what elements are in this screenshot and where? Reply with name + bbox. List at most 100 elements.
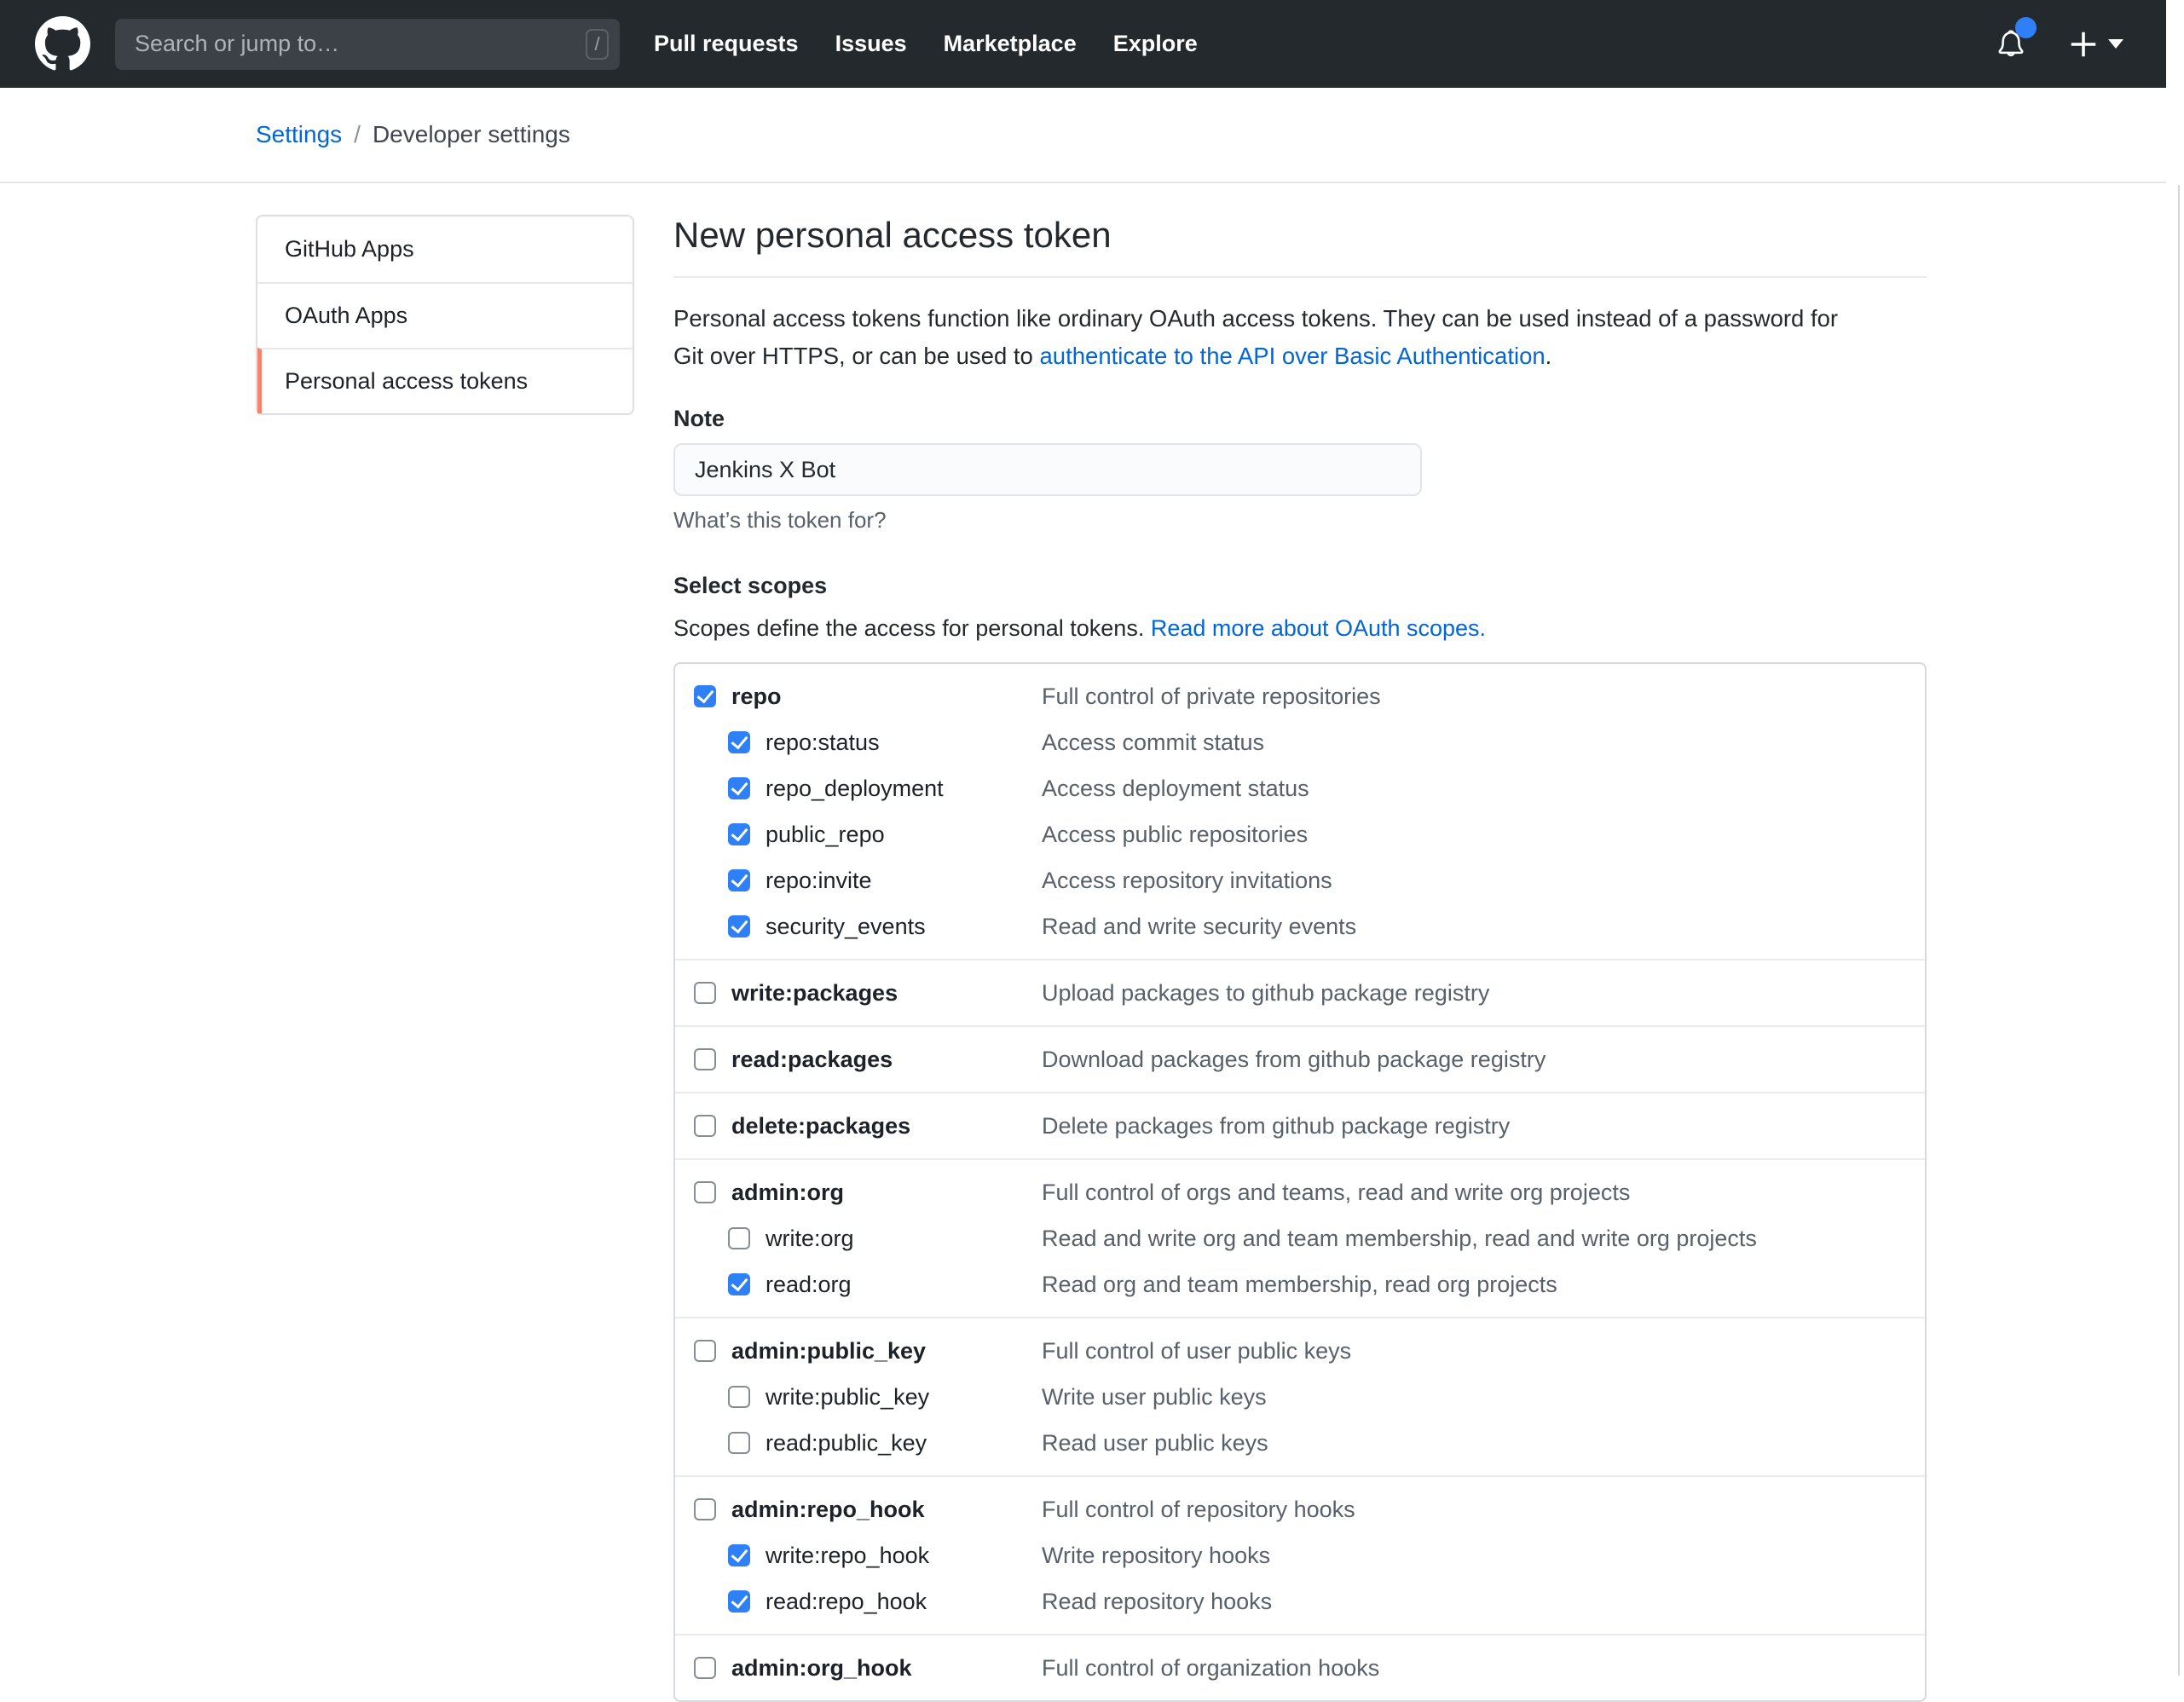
header-right-group — [1992, 25, 2135, 64]
checkbox-read:public_key[interactable] — [728, 1432, 750, 1454]
basic-auth-link[interactable]: authenticate to the API over Basic Authe… — [1040, 343, 1546, 369]
main-content: New personal access token Personal acces… — [673, 215, 1927, 1702]
checkbox-repo:status[interactable] — [728, 731, 750, 753]
checkbox-repo[interactable] — [694, 685, 716, 707]
checkbox-security_events[interactable] — [728, 915, 750, 938]
scrollbar-thumb[interactable] — [2178, 185, 2180, 1676]
scope-label-repo_deployment[interactable]: repo_deployment — [766, 776, 944, 802]
checkbox-write:public_key[interactable] — [728, 1386, 750, 1408]
note-label: Note — [673, 406, 1927, 432]
nav-marketplace[interactable]: Marketplace — [944, 31, 1077, 57]
nav-explore[interactable]: Explore — [1113, 31, 1198, 57]
scope-label-admin:public_key[interactable]: admin:public_key — [731, 1338, 926, 1364]
scope-group-admin:public_key: admin:public_key Full control of user pub… — [675, 1317, 1925, 1475]
scope-desc-repo:invite: Access repository invitations — [1042, 868, 1332, 894]
scope-label-read:packages[interactable]: read:packages — [731, 1047, 893, 1073]
scope-row-write:public_key: write:public_key Write user public keys — [675, 1374, 1925, 1420]
scope-desc-read:org: Read org and team membership, read org p… — [1042, 1272, 1557, 1298]
scope-label-write:packages[interactable]: write:packages — [731, 980, 898, 1007]
scope-group-delete:packages: delete:packages Delete packages from gith… — [675, 1092, 1925, 1158]
scope-desc-repo_deployment: Access deployment status — [1042, 776, 1309, 802]
scope-label-repo[interactable]: repo — [731, 684, 782, 710]
scope-label-delete:packages[interactable]: delete:packages — [731, 1113, 910, 1139]
scope-desc-repo: Full control of private repositories — [1042, 684, 1381, 710]
scope-label-security_events[interactable]: security_events — [766, 914, 926, 940]
checkbox-admin:org_hook[interactable] — [694, 1657, 716, 1679]
checkbox-admin:repo_hook[interactable] — [694, 1498, 716, 1520]
breadcrumb-current: Developer settings — [373, 121, 570, 148]
scope-row-repo:status: repo:status Access commit status — [675, 719, 1925, 765]
note-input[interactable] — [673, 443, 1422, 496]
checkbox-delete:packages[interactable] — [694, 1115, 716, 1137]
scope-group-repo: repo Full control of private repositories… — [675, 664, 1925, 959]
scope-row-read:public_key: read:public_key Read user public keys — [675, 1420, 1925, 1466]
scope-row-repo: repo Full control of private repositories — [675, 673, 1925, 719]
checkbox-read:org[interactable] — [728, 1273, 750, 1295]
nav-pull-requests[interactable]: Pull requests — [654, 31, 799, 57]
checkbox-write:packages[interactable] — [694, 982, 716, 1004]
scope-group-admin:repo_hook: admin:repo_hookFull control of repositor… — [675, 1475, 1925, 1634]
scope-desc-public_repo: Access public repositories — [1042, 822, 1308, 848]
scope-desc-delete:packages: Delete packages from github package regi… — [1042, 1113, 1510, 1139]
create-new-menu[interactable] — [2067, 28, 2123, 61]
scope-group-admin:org: admin:orgFull control of orgs and teams,… — [675, 1158, 1925, 1317]
page-body: GitHub Apps OAuth Apps Personal access t… — [0, 183, 2184, 1702]
note-help-text: What’s this token for? — [673, 507, 1927, 534]
scope-desc-read:repo_hook: Read repository hooks — [1042, 1589, 1272, 1615]
scope-row-admin:repo_hook: admin:repo_hookFull control of repositor… — [675, 1486, 1925, 1532]
scopes-box: repo Full control of private repositories… — [673, 662, 1927, 1702]
scope-desc-read:public_key: Read user public keys — [1042, 1430, 1268, 1457]
scope-row-write:org: write:org Read and write org and team mem… — [675, 1215, 1925, 1261]
checkbox-repo_deployment[interactable] — [728, 777, 750, 799]
page-title: New personal access token — [673, 215, 1927, 278]
select-scopes-heading: Select scopes — [673, 573, 1927, 599]
sidebar-item-personal-access-tokens[interactable]: Personal access tokens — [257, 348, 633, 413]
checkbox-read:repo_hook[interactable] — [728, 1590, 750, 1613]
intro-paragraph: Personal access tokens function like ord… — [673, 300, 1927, 375]
scrollbar-track[interactable] — [2166, 0, 2184, 1676]
scope-label-repo:status[interactable]: repo:status — [766, 730, 880, 756]
scope-group-write:packages: write:packages Upload packages to github … — [675, 959, 1925, 1025]
checkbox-read:packages[interactable] — [694, 1048, 716, 1070]
scope-label-read:public_key[interactable]: read:public_key — [766, 1430, 927, 1457]
scope-label-write:public_key[interactable]: write:public_key — [766, 1384, 929, 1411]
scope-label-write:org[interactable]: write:org — [766, 1226, 854, 1252]
scope-desc-repo:status: Access commit status — [1042, 730, 1264, 756]
checkbox-admin:org[interactable] — [694, 1181, 716, 1203]
checkbox-public_repo[interactable] — [728, 823, 750, 845]
top-nav-bar: / Pull requests Issues Marketplace Explo… — [0, 0, 2166, 88]
scope-row-read:packages: read:packages Download packages from gith… — [675, 1036, 1925, 1082]
checkbox-admin:public_key[interactable] — [694, 1340, 716, 1362]
scope-label-admin:org[interactable]: admin:org — [731, 1180, 844, 1206]
scope-desc-write:public_key: Write user public keys — [1042, 1384, 1267, 1411]
scope-desc-write:org: Read and write org and team membership, … — [1042, 1226, 1757, 1252]
checkbox-write:org[interactable] — [728, 1227, 750, 1249]
sidebar-item-oauth-apps[interactable]: OAuth Apps — [257, 282, 633, 348]
scope-desc-read:packages: Download packages from github package re… — [1042, 1047, 1546, 1073]
breadcrumb: Settings / Developer settings — [0, 88, 2166, 183]
breadcrumb-settings-link[interactable]: Settings — [256, 121, 342, 148]
sidebar-item-github-apps[interactable]: GitHub Apps — [257, 216, 633, 282]
scope-row-public_repo: public_repo Access public repositories — [675, 811, 1925, 857]
scope-desc-write:repo_hook: Write repository hooks — [1042, 1543, 1270, 1569]
checkbox-repo:invite[interactable] — [728, 869, 750, 891]
intro-text-line1: Personal access tokens function like ord… — [673, 305, 1838, 332]
search-input[interactable] — [133, 30, 586, 58]
checkbox-write:repo_hook[interactable] — [728, 1544, 750, 1566]
scope-row-write:repo_hook: write:repo_hook Write repository hooks — [675, 1532, 1925, 1578]
nav-issues[interactable]: Issues — [835, 31, 907, 57]
oauth-scopes-link[interactable]: Read more about OAuth scopes. — [1151, 615, 1486, 641]
scope-desc-admin:public_key: Full control of user public keys — [1042, 1338, 1351, 1364]
scope-label-public_repo[interactable]: public_repo — [766, 822, 885, 848]
scope-row-write:packages: write:packages Upload packages to github … — [675, 970, 1925, 1016]
scope-row-admin:org_hook: admin:org_hookFull control of organizati… — [675, 1645, 1925, 1691]
scope-label-admin:org_hook[interactable]: admin:org_hook — [731, 1655, 912, 1682]
scope-desc-write:packages: Upload packages to github package regist… — [1042, 980, 1489, 1007]
scope-label-read:org[interactable]: read:org — [766, 1272, 852, 1298]
notifications-bell-icon[interactable] — [1992, 25, 2030, 64]
scope-label-admin:repo_hook[interactable]: admin:repo_hook — [731, 1497, 925, 1523]
github-logo[interactable] — [34, 16, 91, 72]
scope-label-write:repo_hook[interactable]: write:repo_hook — [766, 1543, 929, 1569]
scope-label-repo:invite[interactable]: repo:invite — [766, 868, 872, 894]
scope-label-read:repo_hook[interactable]: read:repo_hook — [766, 1589, 927, 1615]
